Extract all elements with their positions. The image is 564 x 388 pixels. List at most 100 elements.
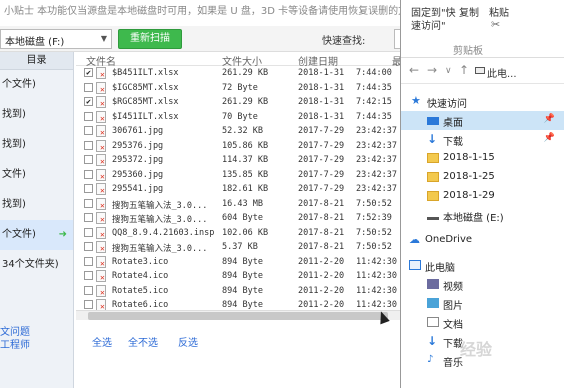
download-icon: ↓ — [427, 334, 438, 348]
file-date: 2017-7-29 — [298, 169, 345, 180]
row-checkbox[interactable] — [84, 111, 93, 121]
row-checkbox[interactable] — [84, 285, 93, 295]
sidebar-item-label: 找到) — [2, 199, 26, 210]
tree-item[interactable]: ↓ 下载 📌 — [401, 130, 564, 149]
row-checkbox[interactable] — [84, 256, 93, 266]
pin-icon[interactable]: 📌 — [544, 133, 555, 143]
tree-item[interactable]: 桌面 📌 — [401, 111, 564, 130]
row-checkbox[interactable] — [84, 213, 93, 222]
sidebar-item[interactable]: 找到) — [0, 190, 73, 220]
invert-selection-link[interactable]: 反选 — [178, 334, 198, 349]
row-checkbox[interactable] — [84, 155, 93, 164]
tree-item-label: 此电脑 — [425, 263, 455, 274]
tree-item-label: 图片 — [443, 301, 463, 312]
pin-icon[interactable]: 📌 — [544, 114, 555, 124]
tree-item[interactable]: ★ 快速访问 — [401, 92, 564, 111]
sidebar-item[interactable]: 个文件) ➜ — [0, 220, 73, 250]
file-size: 105.86 KB — [222, 140, 269, 151]
select-all-link[interactable]: 全选 — [92, 334, 112, 349]
address-bar: ← → ∨ ↑ 此电... — [401, 58, 564, 84]
file-name: $I451ILT.xlsx — [112, 111, 179, 122]
paste-button[interactable]: 粘贴 — [489, 4, 509, 19]
file-time: 11:42:30 — [356, 271, 397, 281]
sidebar-help[interactable]: 文问题 工程师 — [0, 324, 74, 352]
table-row[interactable]: ✔ ✕ $B451ILT.xlsx 261.29 KB 2018-1-31 7:44:00 — [76, 66, 400, 81]
scrollbar-thumb[interactable] — [88, 312, 388, 320]
row-checkbox[interactable] — [84, 169, 93, 179]
tree-item[interactable]: 本地磁盘 (E:) — [401, 206, 564, 225]
table-row[interactable]: ✕ 295376.jpg 105.86 KB 2017-7-29 23:42:37 — [76, 139, 400, 154]
chevron-down-icon[interactable]: ∨ — [445, 66, 452, 76]
file-name: 295376.jpg — [112, 140, 164, 151]
row-checkbox[interactable] — [84, 140, 93, 150]
select-none-link[interactable]: 全不选 — [128, 334, 158, 349]
row-checkbox[interactable]: ✔ — [84, 97, 93, 106]
row-checkbox[interactable] — [84, 300, 93, 309]
tree-item[interactable]: 图片 — [401, 294, 564, 313]
sidebar-item[interactable]: 个文件) — [0, 70, 73, 100]
row-checkbox[interactable] — [84, 184, 93, 193]
table-row[interactable]: ✕ 搜狗五笔输入法_3.0... 16.43 MB 2017-8-21 7:50:52 — [76, 197, 400, 212]
file-size: 72 Byte — [222, 82, 258, 93]
row-checkbox[interactable] — [84, 242, 93, 251]
tree-item-label: 2018-1-29 — [443, 190, 495, 201]
table-row[interactable]: ✕ Rotate5.ico 894 Byte 2011-2-20 11:42:30 — [76, 284, 400, 299]
tree-item[interactable]: 此电脑 — [401, 256, 564, 275]
tree-item[interactable]: 2018-1-25 — [401, 168, 564, 187]
sidebar-header: 目录 — [0, 52, 73, 70]
file-name: 295360.jpg — [112, 169, 164, 180]
tree-item[interactable]: ☁ OneDrive — [401, 231, 564, 250]
forward-arrow-icon[interactable]: → — [427, 63, 437, 77]
rescan-button[interactable]: 重新扫描 — [118, 29, 182, 49]
table-row[interactable]: ✕ Rotate6.ico 894 Byte 2011-2-20 11:42:30 — [76, 298, 400, 310]
clipboard-group-label: 剪贴板 — [453, 46, 483, 57]
file-size: 182.61 KB — [222, 184, 269, 194]
back-arrow-icon[interactable]: ← — [409, 63, 419, 77]
address-path[interactable]: 此电... — [487, 65, 517, 80]
tree-item[interactable]: 2018-1-29 — [401, 187, 564, 206]
row-checkbox[interactable] — [84, 198, 93, 208]
table-row[interactable]: ✕ $I451ILT.xlsx 70 Byte 2018-1-31 7:44:35 — [76, 110, 400, 125]
tree-item[interactable]: 视频 — [401, 275, 564, 294]
tree-item[interactable]: 2018-1-15 — [401, 149, 564, 168]
pin-quick-access-label-2[interactable]: 速访问" — [411, 17, 446, 32]
horizontal-scrollbar[interactable] — [76, 310, 400, 320]
row-checkbox[interactable] — [84, 227, 93, 237]
file-name: 搜狗五笔输入法_3.0... — [112, 215, 208, 225]
row-checkbox[interactable] — [84, 126, 93, 135]
sidebar-item[interactable]: 找到) — [0, 100, 73, 130]
table-row[interactable]: ✕ 295360.jpg 135.85 KB 2017-7-29 23:42:37 — [76, 168, 400, 183]
desktop-icon — [427, 117, 439, 125]
quick-search-label: 快速查找: — [322, 36, 366, 47]
row-checkbox[interactable] — [84, 271, 93, 280]
table-row[interactable]: ✕ QQ8_8.9.4.21603.insp 102.06 KB 2017-8-21 7… — [76, 226, 400, 241]
table-row[interactable]: ✕ Rotate3.ico 894 Byte 2011-2-20 11:42:30 — [76, 255, 400, 270]
table-row[interactable]: ✕ Rotate4.ico 894 Byte 2011-2-20 11:42:30 — [76, 269, 400, 284]
up-arrow-icon[interactable]: ↑ — [459, 63, 469, 77]
copy-button[interactable]: 复制 — [459, 4, 479, 19]
help-link-2[interactable]: 工程师 — [0, 339, 74, 352]
table-row[interactable]: ✔ ✕ $RGC85MT.xlsx 261.29 KB 2018-1-31 7:42:15 — [76, 95, 400, 110]
drive-select[interactable]: 本地磁盘 (F:) ▼ — [0, 29, 112, 49]
scissors-icon[interactable]: ✂ — [491, 18, 500, 31]
table-row[interactable]: ✕ 搜狗五笔输入法_3.0... 5.37 KB 2017-8-21 7:50:52 — [76, 240, 400, 255]
file-date: 2017-8-21 — [298, 213, 345, 223]
table-row[interactable]: ✕ $IGC85MT.xlsx 72 Byte 2018-1-31 7:44:35 — [76, 81, 400, 96]
sidebar-item[interactable]: 找到) — [0, 130, 73, 160]
table-row[interactable]: ✕ 295541.jpg 182.61 KB 2017-7-29 23:42:37 — [76, 182, 400, 197]
file-size: 135.85 KB — [222, 169, 269, 180]
deleted-file-icon: ✕ — [96, 241, 106, 253]
row-checkbox[interactable]: ✔ — [84, 68, 93, 77]
help-link-1[interactable]: 文问题 — [0, 326, 74, 339]
deleted-file-icon: ✕ — [96, 154, 106, 166]
file-time: 7:52:39 — [356, 213, 392, 223]
table-row[interactable]: ✕ 295372.jpg 114.37 KB 2017-7-29 23:42:37 — [76, 153, 400, 168]
tree-item-label: 本地磁盘 (E:) — [443, 213, 504, 224]
sidebar-item[interactable]: 34个文件夹) — [0, 250, 73, 280]
sidebar-item[interactable]: 文件) — [0, 160, 73, 190]
table-row[interactable]: ✕ 306761.jpg 52.32 KB 2017-7-29 23:42:37 — [76, 124, 400, 139]
tree-item-label: 2018-1-15 — [443, 152, 495, 163]
row-checkbox[interactable] — [84, 82, 93, 92]
tree-item[interactable]: 文档 — [401, 313, 564, 332]
table-row[interactable]: ✕ 搜狗五笔输入法_3.0... 604 Byte 2017-8-21 7:52:39 — [76, 211, 400, 226]
